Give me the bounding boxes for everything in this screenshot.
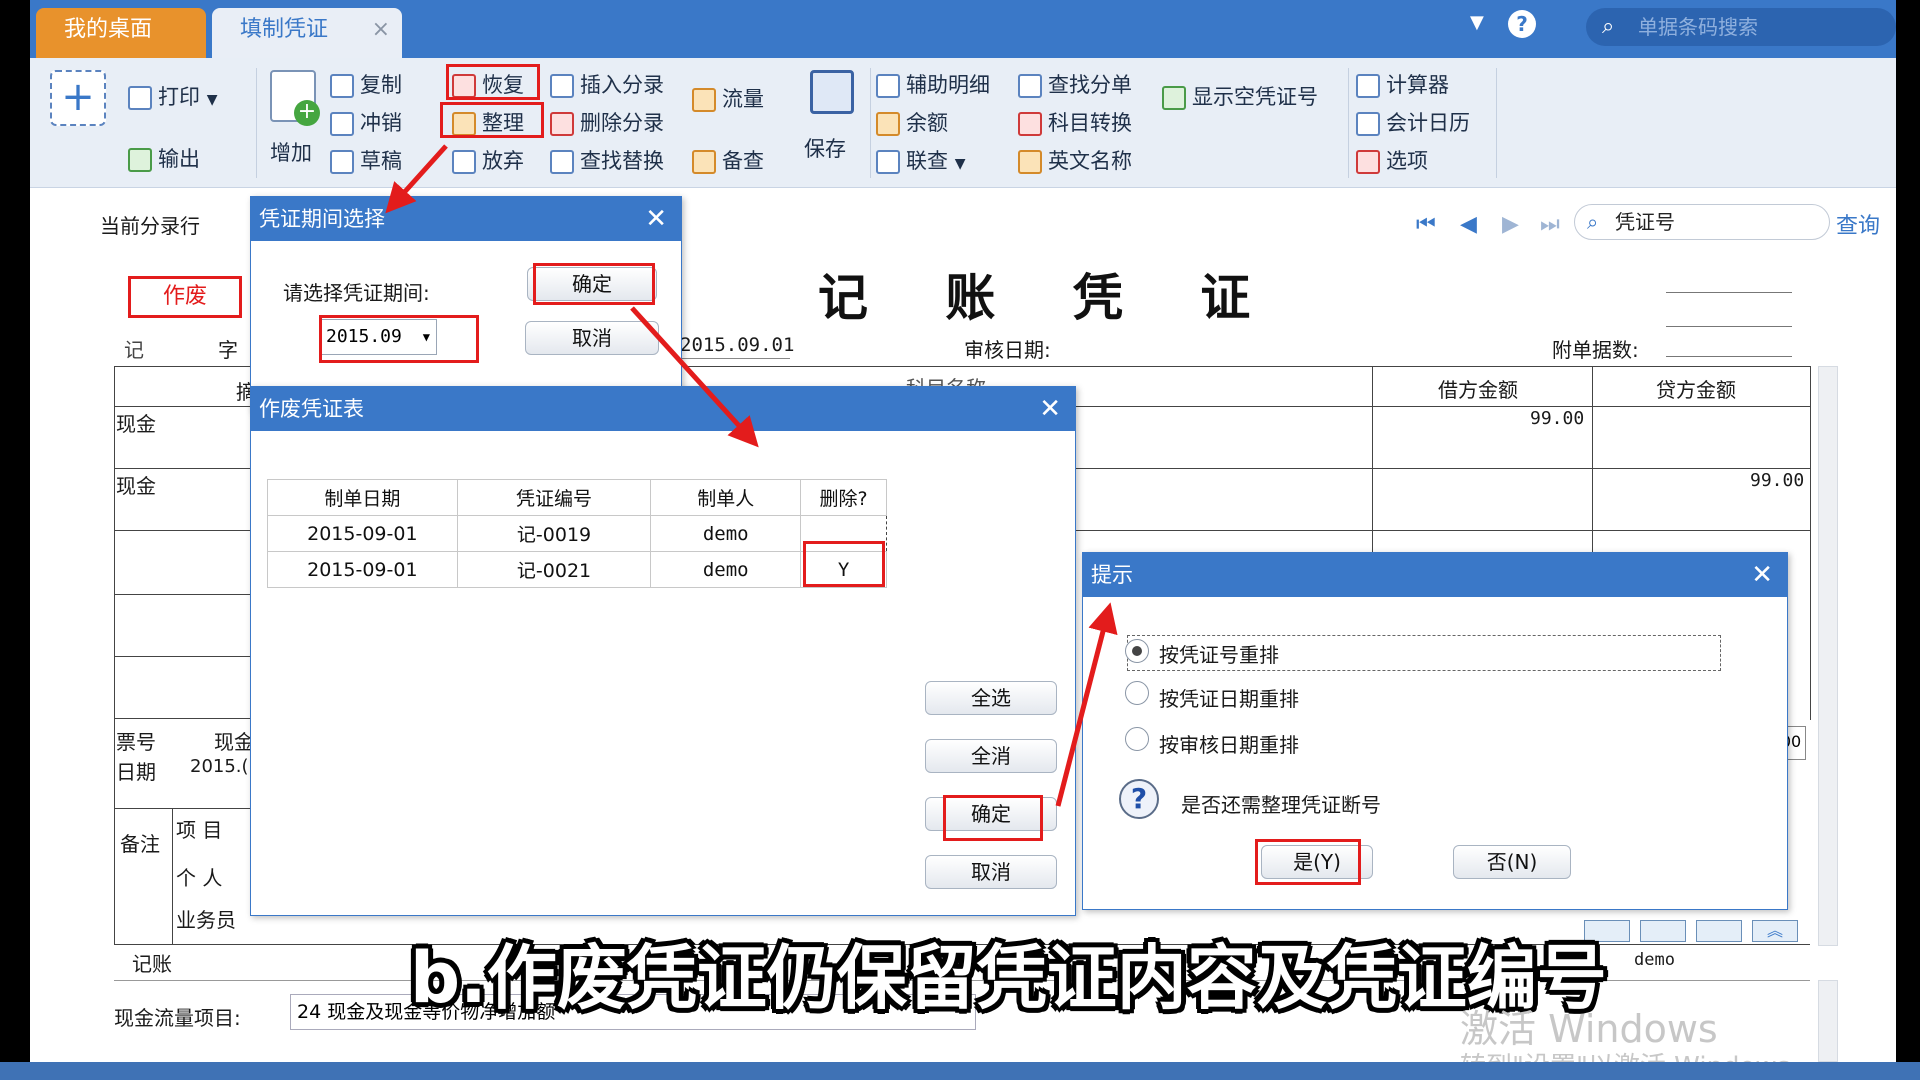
annotation-arrows — [385, 144, 1118, 807]
arrow — [630, 306, 759, 448]
activation-watermark: 激活 Windows — [1460, 1007, 1718, 1051]
video-subtitle: b.作废凭证仍保留凭证内容及凭证编号 — [410, 937, 1607, 1019]
arrow — [385, 144, 448, 214]
app-window: 我的桌面 填制凭证 × ▼ ? ⌕ 单据条码搜索 + 打印 ▼ 输出 + 增加 … — [0, 0, 1920, 1080]
status-bar — [0, 1062, 1920, 1080]
arrow — [1055, 602, 1118, 807]
